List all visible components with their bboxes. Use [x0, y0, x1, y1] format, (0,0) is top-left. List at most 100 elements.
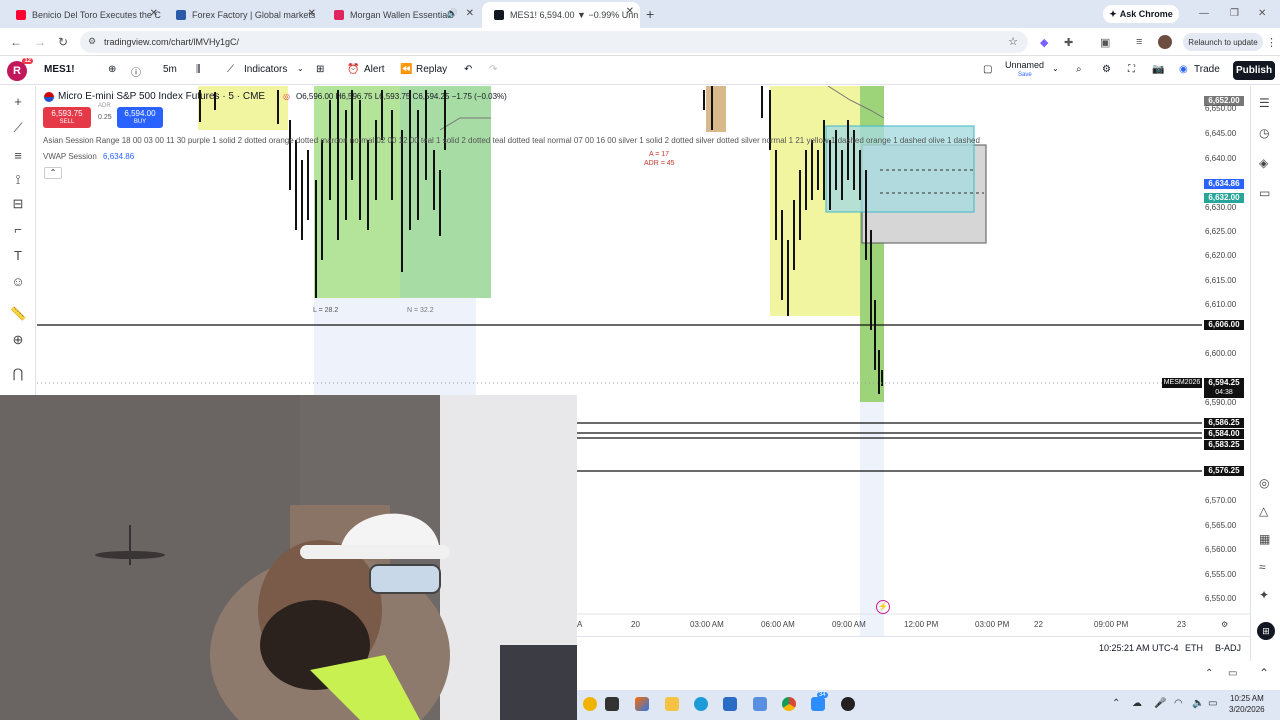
site-info-icon[interactable]: ⚙ — [88, 36, 96, 47]
chat-icon[interactable]: ▭ — [1259, 186, 1270, 200]
candle-type-icon[interactable]: ⫼ — [196, 64, 201, 75]
indicators-icon[interactable]: ⟋ — [227, 64, 234, 75]
bookmark-star-icon[interactable]: ☆ — [1008, 35, 1018, 48]
vwap-indicator[interactable]: VWAP Session 6,634.86 — [43, 152, 134, 161]
zoom-icon[interactable]: ⊕ — [10, 332, 26, 348]
url-field[interactable]: ⚙ tradingview.com/chart/lMVHy1gC/ ☆ — [80, 31, 1028, 53]
chevron-down-icon[interactable]: ⌄ — [1052, 64, 1059, 73]
tab-morgan-wallen[interactable]: Morgan Wallen Essentials 🔊 ✕ — [322, 4, 480, 26]
close-icon[interactable]: ✕ — [466, 8, 474, 19]
layouts-icon[interactable]: ⊞ — [316, 64, 324, 75]
tray-date[interactable]: 3/20/2026 — [1229, 705, 1265, 714]
app-icon[interactable] — [811, 697, 825, 711]
emoji-icon[interactable]: ☺ — [10, 274, 26, 289]
pattern-icon[interactable]: ⟟ — [10, 172, 26, 188]
ask-chrome-button[interactable]: ✦ Ask Chrome — [1103, 5, 1179, 23]
chevron-down-icon[interactable]: ⌄ — [297, 64, 304, 73]
compare-icon[interactable]: ⊕ — [108, 64, 116, 75]
eth-toggle[interactable]: ETH — [1185, 643, 1203, 653]
sell-button[interactable]: 6,593.75 SELL — [43, 107, 91, 128]
app-icon[interactable] — [841, 697, 855, 711]
new-tab-button[interactable]: + — [646, 6, 654, 22]
text-tool-icon[interactable]: T — [10, 248, 26, 263]
chevron-up-icon[interactable]: ⌃ — [1259, 666, 1269, 680]
tab-forex-factory[interactable]: Forex Factory | Global markets ✕ — [164, 4, 322, 26]
tray-icon[interactable]: ☁ — [1132, 698, 1142, 709]
bulb-icon[interactable]: ✦ — [1259, 588, 1269, 602]
legend-title[interactable]: Micro E-mini S&P 500 Index Futures · 5 ·… — [58, 91, 265, 102]
badj-toggle[interactable]: B-ADJ — [1215, 643, 1241, 653]
close-window-icon[interactable]: ✕ — [1258, 8, 1266, 19]
chrome-icon[interactable] — [782, 697, 796, 711]
menu-list-icon[interactable]: ≡ — [1136, 36, 1142, 48]
edge-icon[interactable] — [694, 697, 708, 711]
interval-button[interactable]: 5m — [163, 64, 177, 75]
tab-benicio[interactable]: Benicio Del Toro Executes the C ✕ — [4, 4, 164, 26]
back-icon[interactable]: ← — [10, 35, 22, 49]
collapse-legend-button[interactable]: ⌃ — [44, 167, 62, 179]
layout-name[interactable]: Unnamed — [1005, 60, 1044, 70]
close-icon[interactable]: ✕ — [150, 8, 158, 19]
user-avatar[interactable]: R 12 — [7, 58, 33, 81]
magnet-icon[interactable]: ⋂ — [10, 366, 26, 382]
symbol-search[interactable]: MES1! — [44, 64, 75, 75]
battery-icon[interactable]: ▭ — [1208, 698, 1217, 709]
crosshair-icon[interactable]: + — [10, 94, 26, 109]
store-icon[interactable] — [723, 697, 737, 711]
asian-session-indicator[interactable]: Asian Session Range 18 00 03 00 11 30 pu… — [43, 136, 980, 145]
kebab-menu-icon[interactable]: ⋮ — [1266, 36, 1277, 49]
layout-save-label[interactable]: Save — [1018, 72, 1032, 78]
trade-icon[interactable]: ◉ — [1179, 64, 1188, 75]
alert-icon[interactable]: ⏰ — [347, 64, 359, 75]
trade-button[interactable]: Trade — [1194, 64, 1220, 75]
signal-icon[interactable]: ≈ — [1259, 560, 1266, 574]
maximize-icon[interactable]: ❐ — [1230, 8, 1239, 19]
fib-icon[interactable]: ≡ — [10, 148, 26, 163]
fullscreen-icon[interactable]: ⛶ — [1128, 64, 1135, 75]
watchlist-icon[interactable]: ☰ — [1259, 96, 1270, 110]
undo-icon[interactable]: ↶ — [464, 64, 472, 75]
replay-icon[interactable]: ⏪ — [400, 64, 412, 75]
panel-toggle-icon[interactable]: ▭ — [1228, 668, 1237, 679]
layers-icon[interactable]: ◈ — [1259, 156, 1268, 170]
clock-text[interactable]: 10:25:21 AM UTC-4 — [1099, 643, 1179, 653]
tray-time[interactable]: 10:25 AM — [1230, 694, 1264, 703]
info-icon[interactable]: ⓘ — [131, 64, 141, 79]
minimize-icon[interactable]: — — [1199, 8, 1209, 19]
app-icon[interactable] — [583, 697, 597, 711]
trend-line-icon[interactable]: ⟋ — [10, 120, 26, 136]
microphone-icon[interactable]: 🎤 — [1154, 698, 1166, 709]
reload-icon[interactable]: ↻ — [58, 35, 68, 49]
extension-icon[interactable]: ◆ — [1040, 36, 1048, 49]
wifi-icon[interactable]: ◠ — [1174, 698, 1183, 709]
buy-button[interactable]: 6,594.00 BUY — [117, 107, 163, 128]
puzzle-icon[interactable]: ✚ — [1064, 36, 1073, 49]
relaunch-button[interactable]: Relaunch to update — [1183, 33, 1263, 51]
close-icon[interactable]: ✕ — [626, 6, 634, 17]
camera-icon[interactable]: 📷 — [1152, 64, 1164, 75]
triangle-icon[interactable]: △ — [1259, 504, 1268, 518]
volume-icon[interactable]: 🔈 — [1192, 698, 1204, 709]
projection-icon[interactable]: ⊟ — [10, 196, 26, 212]
profile-avatar[interactable] — [1158, 35, 1172, 49]
apps-grid-icon[interactable]: ⊞ — [1257, 622, 1275, 640]
indicators-button[interactable]: Indicators — [244, 64, 287, 75]
alert-button[interactable]: Alert — [364, 64, 385, 75]
app-icon[interactable] — [605, 697, 619, 711]
file-explorer-icon[interactable] — [665, 697, 679, 711]
tab-tradingview[interactable]: MES1! 6,594.00 ▼ −0.99% Unn ✕ — [482, 2, 640, 28]
close-icon[interactable]: ✕ — [308, 8, 316, 19]
forward-icon[interactable]: → — [34, 35, 46, 49]
tray-chevron-icon[interactable]: ⌃ — [1112, 698, 1120, 709]
axis-settings-icon[interactable]: ⚙ — [1221, 620, 1228, 629]
replay-button[interactable]: Replay — [416, 64, 447, 75]
calendar-icon[interactable]: ▦ — [1259, 532, 1270, 546]
shape-icon[interactable]: ⌐ — [10, 222, 26, 237]
settings-icon[interactable]: ⚙ — [1102, 64, 1111, 75]
chevron-up-icon[interactable]: ⌃ — [1205, 668, 1213, 679]
app-icon[interactable] — [753, 697, 767, 711]
target-icon[interactable]: ◎ — [1259, 476, 1269, 490]
ruler-icon[interactable]: 📏 — [10, 306, 26, 322]
alerts-clock-icon[interactable]: ◷ — [1259, 126, 1269, 140]
timezone-event-icon[interactable]: ⚡ — [876, 600, 890, 614]
